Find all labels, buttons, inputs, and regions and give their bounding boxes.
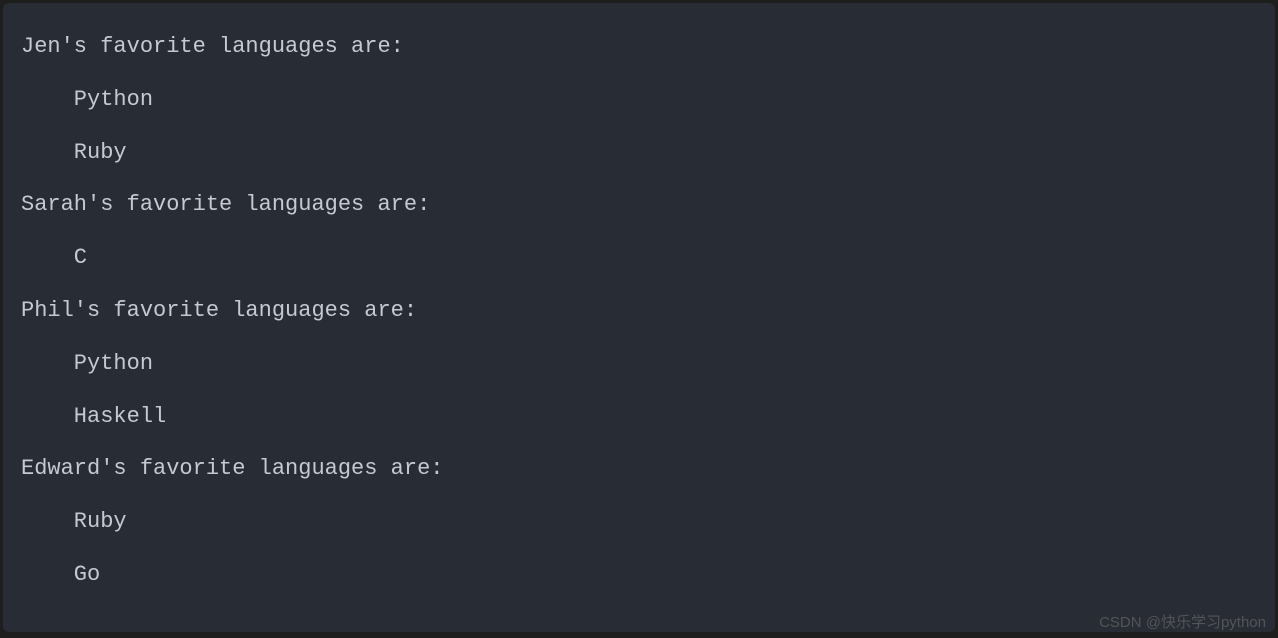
output-line: Phil's favorite languages are:: [21, 285, 1257, 338]
output-line: Python: [21, 74, 1257, 127]
output-line: Edward's favorite languages are:: [21, 443, 1257, 496]
output-line: Ruby: [21, 127, 1257, 180]
output-line: Go: [21, 549, 1257, 602]
output-line: Ruby: [21, 496, 1257, 549]
output-line: C: [21, 232, 1257, 285]
watermark-text: CSDN @快乐学习python: [1099, 611, 1266, 632]
output-line: Haskell: [21, 391, 1257, 444]
output-line: Python: [21, 338, 1257, 391]
output-line: Sarah's favorite languages are:: [21, 179, 1257, 232]
code-output-block: Jen's favorite languages are: Python Rub…: [3, 3, 1275, 632]
output-line: Jen's favorite languages are:: [21, 21, 1257, 74]
